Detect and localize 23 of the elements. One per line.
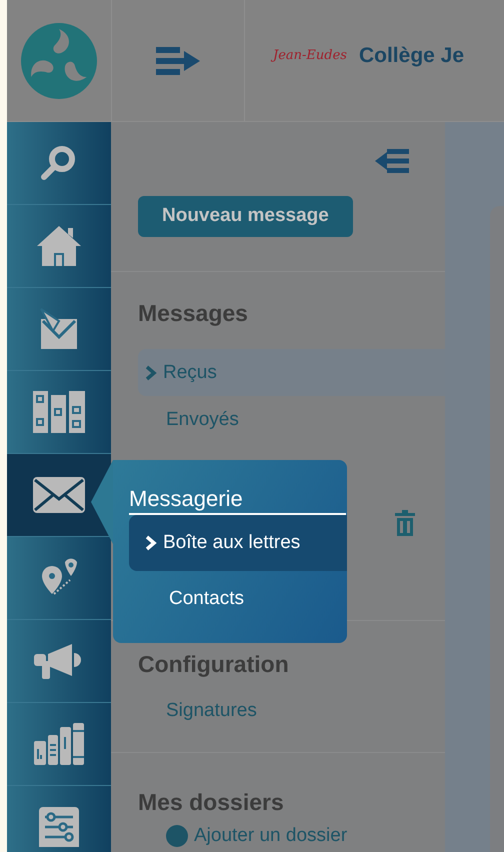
chevron-icon [145, 364, 157, 380]
section-heading: Configuration [138, 651, 290, 677]
nav-item[interactable]: Ajouter un dossier [138, 825, 445, 852]
nav-item[interactable]: Signatures [138, 687, 445, 734]
menu-item[interactable]: Contacts [129, 571, 347, 627]
bookshelf-icon [34, 723, 84, 765]
rail-item[interactable] [7, 454, 111, 537]
section-heading: Mes dossiers [138, 789, 285, 815]
logo-icon [21, 22, 97, 98]
megaphone-icon [34, 643, 84, 679]
expand-menu-icon[interactable] [156, 44, 200, 76]
school-name: Collège Je [358, 44, 464, 68]
signature-logo: Jean-Eudes [273, 48, 347, 63]
menu-item[interactable]: Boîte aux lettres [129, 515, 347, 571]
section-heading: Messages [138, 300, 249, 326]
sliders-icon [39, 807, 79, 847]
envelope-icon [33, 477, 85, 513]
chevron-icon [145, 535, 157, 551]
home-icon [36, 224, 82, 268]
new-message-button[interactable]: Nouveau message [138, 196, 353, 237]
nav-item[interactable]: Reçus [138, 349, 445, 396]
grid-icon [33, 391, 85, 433]
nav-item[interactable]: Envoyés [138, 396, 445, 443]
